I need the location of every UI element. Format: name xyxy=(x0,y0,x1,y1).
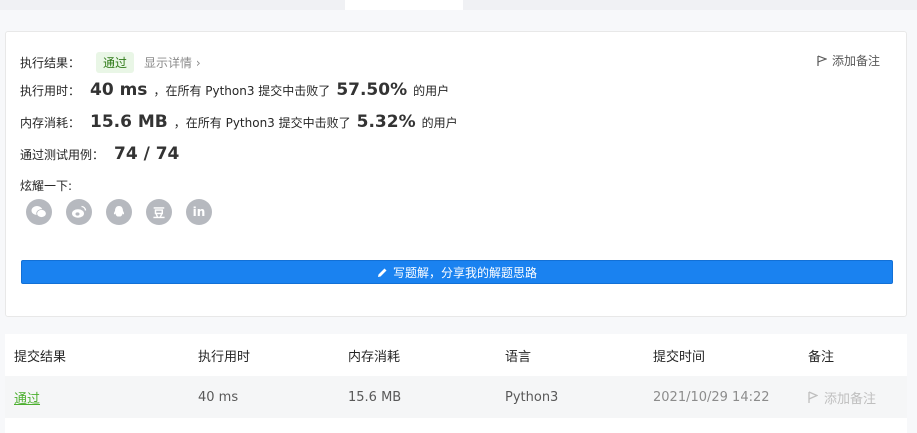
row-add-note-label: 添加备注 xyxy=(824,391,877,407)
memory-value: 15.6 MB xyxy=(90,112,168,132)
memory-row: 内存消耗： 15.6 MB ，在所有 Python3 提交中击败了 5.32% … xyxy=(20,112,458,132)
row-status-link[interactable]: 通过 xyxy=(14,388,40,407)
header-language: 语言 xyxy=(505,349,532,365)
pencil-icon xyxy=(377,268,387,277)
memory-suffix: 的用户 xyxy=(421,115,458,130)
show-details-link[interactable]: 显示详情 › xyxy=(144,54,201,71)
active-tab[interactable] xyxy=(345,0,463,10)
row-add-note-button[interactable]: 添加备注 xyxy=(808,388,876,407)
flag-icon xyxy=(817,54,827,66)
status-badge: 通过 xyxy=(96,52,135,73)
table-header: 提交结果 执行用时 内存消耗 语言 提交时间 备注 xyxy=(5,334,907,377)
wechat-icon[interactable] xyxy=(26,199,52,225)
write-solution-label: 写题解，分享我的解题思路 xyxy=(392,265,537,280)
header-submit-time: 提交时间 xyxy=(653,349,706,365)
result-label: 执行结果： xyxy=(20,56,81,70)
share-icons: 豆 in xyxy=(26,199,226,225)
tests-value: 74 / 74 xyxy=(114,144,180,164)
row-runtime: 40 ms xyxy=(198,389,239,405)
header-result: 提交结果 xyxy=(14,349,67,365)
share-row: 炫耀一下: xyxy=(20,177,72,194)
runtime-percent: 57.50% xyxy=(336,80,408,100)
runtime-label: 执行用时： xyxy=(20,83,81,98)
header-memory: 内存消耗 xyxy=(348,349,401,365)
top-tab-strip xyxy=(0,0,917,10)
submissions-table: 提交结果 执行用时 内存消耗 语言 提交时间 备注 通过 40 ms 15.6 … xyxy=(5,334,907,433)
add-note-label: 添加备注 xyxy=(831,54,880,68)
memory-label: 内存消耗： xyxy=(20,115,81,130)
header-note: 备注 xyxy=(808,349,835,365)
flag-icon xyxy=(808,390,818,403)
runtime-suffix: 的用户 xyxy=(413,83,450,98)
tests-label: 通过测试用例： xyxy=(20,147,105,162)
row-submit-time: 2021/10/29 14:22 xyxy=(653,389,770,405)
tests-row: 通过测试用例： 74 / 74 xyxy=(20,144,185,164)
douban-icon[interactable]: 豆 xyxy=(146,199,172,225)
share-label: 炫耀一下: xyxy=(20,179,73,193)
qq-icon[interactable] xyxy=(106,199,132,225)
result-row: 执行结果： 通过 显示详情 › xyxy=(20,52,201,73)
weibo-icon[interactable] xyxy=(66,199,92,225)
result-card: 执行结果： 通过 显示详情 › 添加备注 执行用时： 40 ms ，在所有 Py… xyxy=(5,31,907,317)
header-runtime: 执行用时 xyxy=(198,349,251,365)
linkedin-icon[interactable]: in xyxy=(186,199,212,225)
write-solution-button[interactable]: 写题解，分享我的解题思路 xyxy=(21,260,893,284)
table-row[interactable]: 通过 40 ms 15.6 MB Python3 2021/10/29 14:2… xyxy=(5,376,907,418)
memory-percent: 5.32% xyxy=(356,112,416,132)
runtime-beat-text: ，在所有 Python3 提交中击败了 xyxy=(153,83,331,98)
row-memory: 15.6 MB xyxy=(348,389,402,405)
runtime-value: 40 ms xyxy=(90,80,148,100)
add-note-button[interactable]: 添加备注 xyxy=(817,52,880,69)
memory-beat-text: ，在所有 Python3 提交中击败了 xyxy=(173,115,351,130)
runtime-row: 执行用时： 40 ms ，在所有 Python3 提交中击败了 57.50% 的… xyxy=(20,80,449,100)
row-language: Python3 xyxy=(505,389,559,405)
